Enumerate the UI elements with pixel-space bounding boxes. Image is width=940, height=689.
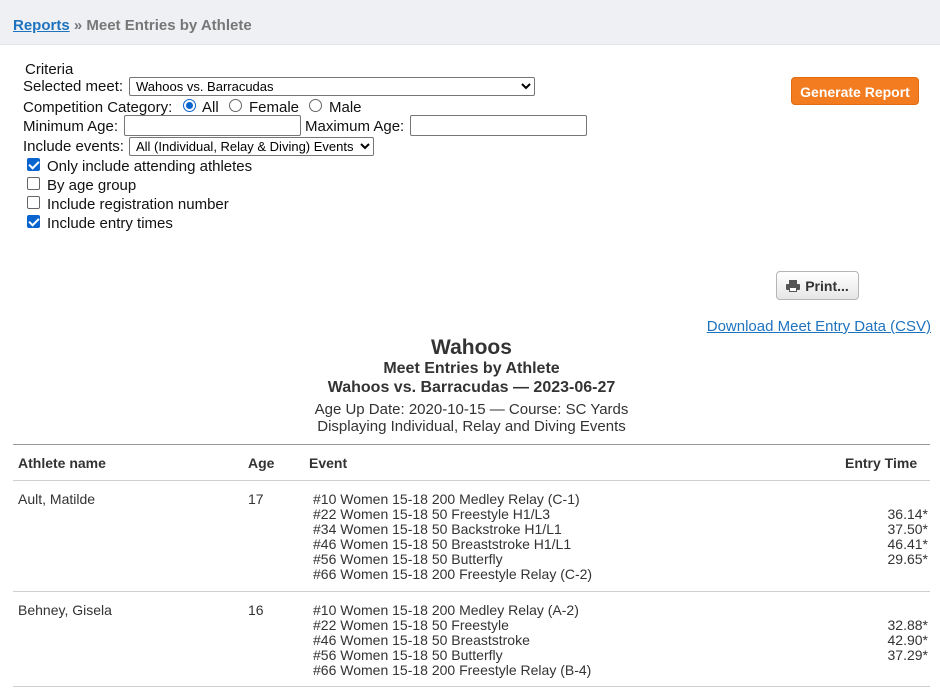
entry-time: 37.29* — [887, 647, 928, 663]
category-label: Competition Category: — [23, 99, 173, 116]
include-events-select[interactable]: All (Individual, Relay & Diving) Events — [129, 137, 374, 156]
report-info-line: Age Up Date: 2020-10-15 — Course: SC Yar… — [314, 401, 629, 418]
breadcrumb-separator: » — [69, 17, 87, 34]
attending-athletes-checkbox[interactable] — [27, 158, 40, 171]
athlete-age: 16 — [248, 602, 264, 618]
category-all-radio[interactable] — [183, 99, 196, 112]
max-age-label: Maximum Age: — [305, 118, 405, 135]
entry-time: 42.90* — [887, 632, 928, 648]
category-female-label: Female — [249, 99, 300, 116]
entry-times-label: Include entry times — [47, 215, 173, 232]
category-male-radio[interactable] — [309, 99, 322, 112]
header-bar: Reports » Meet Entries by Athlete — [0, 0, 940, 45]
generate-report-button[interactable]: Generate Report — [791, 77, 919, 105]
criteria-heading: Criteria — [25, 61, 74, 78]
table-header-divider — [13, 480, 930, 481]
entry-event: #22 Women 15-18 50 Freestyle — [313, 617, 509, 633]
min-age-label: Minimum Age: — [23, 118, 119, 135]
category-female-radio[interactable] — [229, 99, 242, 112]
entry-times-checkbox[interactable] — [27, 215, 40, 228]
entry-event: #56 Women 15-18 50 Butterfly — [313, 647, 503, 663]
entry-event: #66 Women 15-18 200 Freestyle Relay (B-4… — [313, 662, 592, 678]
entry-time: 37.50* — [887, 521, 928, 537]
entry-event: #34 Women 15-18 50 Backstroke H1/L1 — [313, 521, 562, 537]
entry-event: #66 Women 15-18 200 Freestyle Relay (C-2… — [313, 566, 593, 582]
entry-event: #10 Women 15-18 200 Medley Relay (C-1) — [313, 491, 580, 507]
report-title: Meet Entries by Athlete — [383, 360, 560, 377]
column-header-entry-time: Entry Time — [845, 455, 918, 471]
row-divider — [13, 591, 930, 592]
category-all-label: All — [202, 99, 219, 116]
entry-event: #10 Women 15-18 200 Medley Relay (A-2) — [313, 602, 579, 618]
row-divider — [13, 686, 930, 687]
attending-athletes-label: Only include attending athletes — [47, 158, 253, 175]
athlete-name: Behney, Gisela — [18, 602, 112, 618]
report-team: Wahoos — [431, 336, 512, 359]
download-csv-link[interactable]: Download Meet Entry Data (CSV) — [707, 318, 931, 335]
selected-meet-label: Selected meet: — [23, 78, 124, 95]
breadcrumb-reports-link[interactable]: Reports — [13, 17, 70, 34]
print-button[interactable]: Print... — [776, 271, 859, 300]
print-button-label: Print... — [805, 277, 849, 294]
registration-number-label: Include registration number — [47, 196, 229, 213]
entry-event: #56 Women 15-18 50 Butterfly — [313, 551, 503, 567]
athlete-age: 17 — [248, 491, 264, 507]
column-header-age: Age — [248, 455, 275, 471]
entry-event: #46 Women 15-18 50 Breaststroke H1/L1 — [313, 536, 572, 552]
entry-time: 29.65* — [887, 551, 928, 567]
entry-event: #46 Women 15-18 50 Breaststroke — [313, 632, 530, 648]
entry-time: 36.14* — [887, 506, 928, 522]
breadcrumb: Reports » Meet Entries by Athlete — [13, 17, 252, 34]
entry-time: 46.41* — [887, 536, 928, 552]
by-age-group-checkbox[interactable] — [27, 177, 40, 190]
report-display-line: Displaying Individual, Relay and Diving … — [317, 418, 626, 435]
registration-number-checkbox[interactable] — [27, 196, 40, 209]
min-age-input[interactable] — [124, 115, 301, 136]
printer-icon — [786, 279, 801, 292]
entry-time: 32.88* — [887, 617, 928, 633]
breadcrumb-current: Meet Entries by Athlete — [86, 17, 252, 34]
include-events-label: Include events: — [23, 138, 124, 155]
report-meet-line: Wahoos vs. Barracudas — 2023-06-27 — [327, 379, 616, 396]
athlete-name: Ault, Matilde — [18, 491, 96, 507]
column-header-event: Event — [309, 455, 348, 471]
report-divider — [13, 444, 930, 445]
category-male-label: Male — [329, 99, 362, 116]
entry-event: #22 Women 15-18 50 Freestyle H1/L3 — [313, 506, 551, 522]
column-header-athlete: Athlete name — [18, 455, 106, 471]
by-age-group-label: By age group — [47, 177, 137, 194]
max-age-input[interactable] — [410, 115, 587, 136]
selected-meet-select[interactable]: Wahoos vs. Barracudas — [129, 77, 535, 96]
